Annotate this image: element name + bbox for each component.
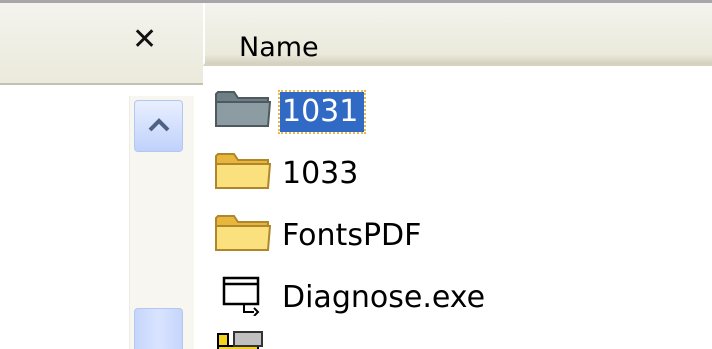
chevron-up-icon bbox=[148, 118, 170, 132]
list-item[interactable]: Diagnose.exe bbox=[214, 270, 694, 322]
folder-icon bbox=[214, 148, 272, 196]
list-item-label: Diagnose.exe bbox=[282, 280, 486, 315]
scroll-up-button[interactable] bbox=[134, 100, 183, 152]
ruler-file-icon bbox=[214, 328, 272, 349]
close-pane-button[interactable]: ✕ bbox=[132, 25, 157, 55]
list-item-label: 1031 bbox=[277, 90, 367, 134]
folder-icon bbox=[214, 86, 272, 134]
close-icon: ✕ bbox=[132, 22, 158, 57]
folders-pane-header: ✕ bbox=[0, 3, 203, 85]
exe-window-icon bbox=[214, 272, 272, 320]
list-item-label: FontsPDF bbox=[282, 218, 422, 253]
list-item[interactable]: FontsPDF bbox=[214, 208, 694, 260]
scroll-thumb[interactable] bbox=[134, 308, 183, 349]
folder-icon bbox=[214, 210, 272, 258]
list-item[interactable] bbox=[214, 326, 694, 349]
list-item[interactable]: 1031 bbox=[214, 84, 694, 136]
column-header-name[interactable]: Name bbox=[203, 3, 712, 66]
list-item[interactable]: 1033 bbox=[214, 146, 694, 198]
list-item-label: 1033 bbox=[282, 156, 359, 191]
column-header-label: Name bbox=[239, 32, 319, 63]
